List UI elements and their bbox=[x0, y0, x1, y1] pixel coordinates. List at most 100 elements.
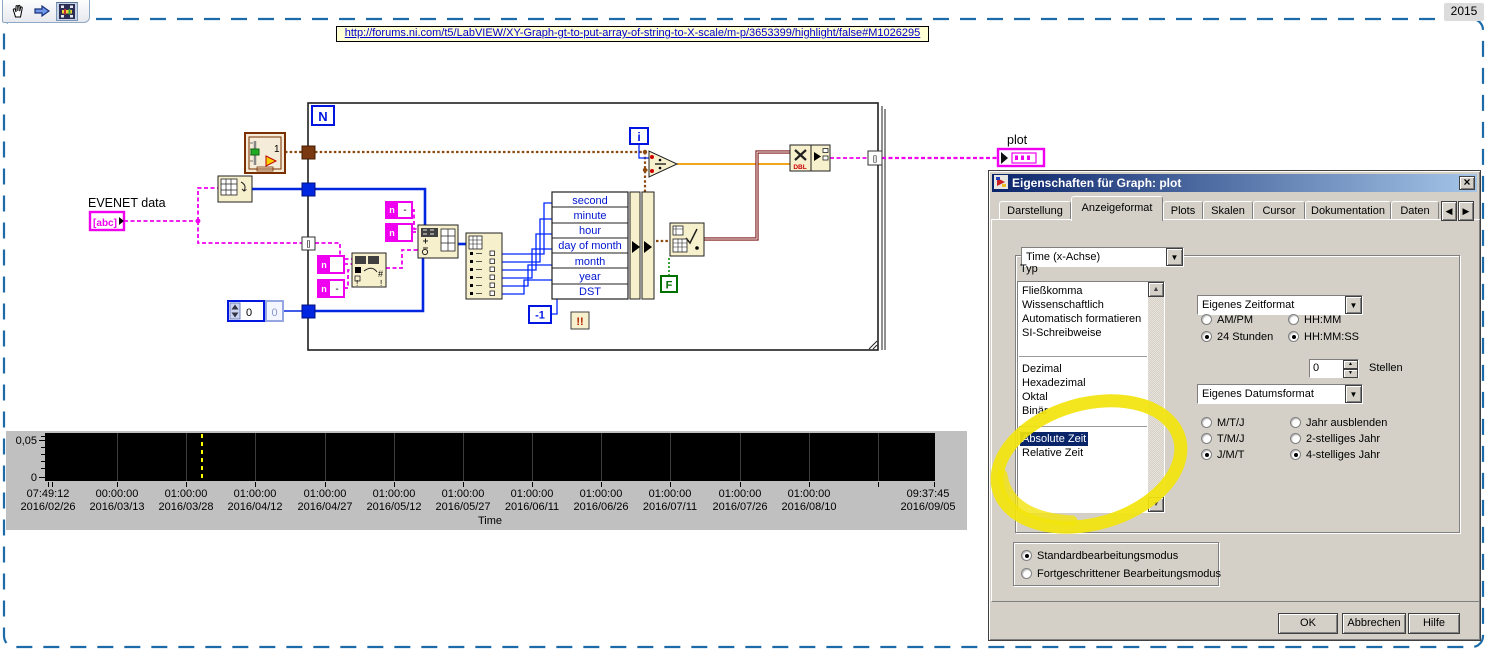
false-constant[interactable]: F bbox=[661, 276, 677, 292]
ok-button[interactable]: OK bbox=[1278, 613, 1338, 634]
svg-text:i: i bbox=[637, 130, 640, 144]
radio-mtj[interactable]: M/T/J bbox=[1201, 416, 1245, 429]
axis-select-combo[interactable]: Time (x-Achse)▼ bbox=[1021, 247, 1184, 267]
radio-4-stelliges-jahr[interactable]: 4-stelliges Jahr bbox=[1290, 448, 1380, 461]
radio-hh-mm-ss[interactable]: HH:MM:SS bbox=[1288, 330, 1359, 343]
tab-scroll-right-icon[interactable]: ▶ bbox=[1458, 201, 1474, 221]
tunnel-brown[interactable] bbox=[302, 146, 315, 159]
y-tick-label: 0,05 bbox=[6, 435, 37, 447]
evenet-data-control[interactable]: EVENET data [abc] bbox=[88, 196, 166, 230]
tab-plots[interactable]: Plots bbox=[1163, 201, 1203, 220]
list-item[interactable]: Dezimal bbox=[1020, 362, 1064, 376]
list-item[interactable]: Oktal bbox=[1020, 390, 1050, 404]
list-item[interactable]: Fließkomma bbox=[1020, 284, 1085, 298]
evenet-data-label: EVENET data bbox=[88, 196, 166, 210]
svg-text:year: year bbox=[579, 271, 601, 283]
node-to-dbl-bundle[interactable]: DBL bbox=[790, 145, 830, 171]
radio-fortgeschrittener-modus[interactable]: Fortgeschrittener Bearbeitungsmodus bbox=[1021, 567, 1221, 580]
radio-24-stunden[interactable]: 24 Stunden bbox=[1201, 330, 1273, 343]
svg-text:second: second bbox=[572, 195, 607, 207]
hilfe-button[interactable]: Hilfe bbox=[1408, 613, 1460, 634]
chevron-down-icon[interactable]: ▼ bbox=[1166, 248, 1183, 266]
scroll-down-icon[interactable]: ▼ bbox=[1148, 497, 1164, 512]
spinner-down-icon[interactable]: ▼ bbox=[1343, 369, 1358, 378]
iteration-terminal[interactable]: i bbox=[630, 128, 648, 144]
dialog-titlebar[interactable]: Eigenschaften für Graph: plot × bbox=[992, 174, 1477, 192]
labview-app-icon bbox=[994, 175, 1008, 192]
n-string-constant-1[interactable]: n bbox=[318, 256, 344, 273]
svg-text:n: n bbox=[389, 228, 395, 238]
tunnel-blue-bottom[interactable] bbox=[302, 305, 315, 318]
list-item[interactable]: SI-Schreibweise bbox=[1020, 326, 1103, 340]
tab-darstellung[interactable]: Darstellung bbox=[999, 201, 1071, 220]
svg-text:1: 1 bbox=[274, 144, 280, 155]
subvi-icon[interactable]: 1 bbox=[245, 133, 285, 173]
forward-arrow-icon[interactable] bbox=[31, 2, 53, 21]
x-axis-label: Time bbox=[478, 515, 502, 527]
date-format-combo[interactable]: Eigenes Datumsformat▼ bbox=[1197, 384, 1363, 404]
waveform-chart[interactable]: 0,05 0 07:49:122016/02/26 00:00:002016/0… bbox=[6, 431, 967, 530]
list-item[interactable]: Hexadezimal bbox=[1020, 376, 1088, 390]
close-icon[interactable]: × bbox=[1459, 176, 1475, 190]
cluster-wire[interactable] bbox=[704, 152, 790, 239]
abbrechen-button[interactable]: Abbrechen bbox=[1342, 613, 1406, 634]
node-spreadsheet-to-array[interactable] bbox=[418, 225, 458, 258]
svg-text:minute: minute bbox=[573, 210, 606, 222]
divide-node[interactable] bbox=[649, 151, 677, 177]
list-item[interactable]: Binär bbox=[1020, 404, 1050, 418]
tunnel-string-autoindex[interactable]: [] bbox=[302, 237, 315, 250]
zero-numeric-constant[interactable]: 0 bbox=[228, 301, 264, 321]
list-item[interactable]: Relative Zeit bbox=[1020, 446, 1085, 460]
tab-scroll-left-icon[interactable]: ◀ bbox=[1441, 201, 1457, 221]
x-tick-label: 01:00:002016/08/10 bbox=[763, 488, 855, 514]
svg-text:[abc]: [abc] bbox=[93, 218, 117, 229]
zero-ghost-constant[interactable]: 0 bbox=[266, 301, 283, 321]
type-listbox[interactable]: Fließkomma Wissenschaftlich Automatisch … bbox=[1017, 281, 1165, 513]
n-string-constant-3[interactable]: n - bbox=[386, 202, 412, 218]
node-array-grid[interactable] bbox=[218, 176, 252, 202]
node-search-replace[interactable]: # !! bbox=[352, 253, 386, 288]
vi-diagram-icon[interactable] bbox=[56, 2, 78, 21]
svg-text:DST: DST bbox=[579, 286, 601, 298]
neg-one-constant[interactable]: -1 bbox=[529, 306, 551, 323]
chevron-down-icon[interactable]: ▼ bbox=[1345, 296, 1362, 314]
bang-node[interactable]: !! bbox=[571, 312, 589, 329]
url-link[interactable]: http://forums.ni.com/t5/LabVIEW/XY-Graph… bbox=[336, 26, 929, 42]
tab-anzeigeformat[interactable]: Anzeigeformat bbox=[1071, 196, 1163, 221]
radio-jahr-ausblenden[interactable]: Jahr ausblenden bbox=[1290, 416, 1387, 429]
tab-cursor[interactable]: Cursor bbox=[1253, 201, 1305, 220]
hand-tool-icon[interactable] bbox=[6, 2, 28, 21]
tab-daten[interactable]: Daten bbox=[1391, 201, 1439, 220]
chevron-down-icon[interactable]: ▼ bbox=[1345, 385, 1362, 403]
svg-text:[]: [] bbox=[873, 156, 877, 163]
node-scan-strings[interactable] bbox=[466, 233, 502, 299]
bundle-by-name[interactable]: second minute hour day of month month ye… bbox=[552, 192, 654, 299]
scroll-up-icon[interactable]: ▲ bbox=[1148, 282, 1164, 297]
tunnel-blue-top[interactable] bbox=[302, 183, 315, 196]
list-item[interactable]: Wissenschaftlich bbox=[1020, 298, 1106, 312]
digits-stepper[interactable]: 0 ▲▼ bbox=[1309, 359, 1359, 378]
radio-tmj[interactable]: T/M/J bbox=[1201, 432, 1245, 445]
radio-am-pm[interactable]: AM/PM bbox=[1201, 313, 1253, 326]
radio-hh-mm[interactable]: HH:MM bbox=[1288, 313, 1341, 326]
radio-jmt[interactable]: J/M/T bbox=[1201, 448, 1245, 461]
chart-plot-area[interactable] bbox=[45, 433, 935, 481]
node-datetime-to-timestamp[interactable] bbox=[670, 223, 704, 256]
radio-2-stelliges-jahr[interactable]: 2-stelliges Jahr bbox=[1290, 432, 1380, 445]
tunnel-output-autoindex[interactable]: [] bbox=[868, 151, 882, 165]
radio-standardbearbeitungsmodus[interactable]: Standardbearbeitungsmodus bbox=[1021, 549, 1178, 562]
svg-text:DBL: DBL bbox=[793, 164, 806, 171]
time-format-combo[interactable]: Eigenes Zeitformat▼ bbox=[1197, 295, 1363, 315]
chart-cursor-line[interactable] bbox=[201, 434, 203, 480]
year-note: 2015 bbox=[1444, 3, 1484, 21]
list-item-selected[interactable]: Absolute Zeit bbox=[1020, 432, 1088, 446]
spinner-up-icon[interactable]: ▲ bbox=[1343, 360, 1358, 369]
n-string-constant-4[interactable]: n bbox=[386, 224, 412, 241]
n-string-constant-2[interactable]: n - bbox=[318, 280, 344, 297]
tab-dokumentation[interactable]: Dokumentation bbox=[1305, 201, 1391, 220]
tab-skalen[interactable]: Skalen bbox=[1203, 201, 1253, 220]
listbox-scrollbar[interactable]: ▲ ▼ bbox=[1148, 282, 1164, 512]
xy-graph-terminal[interactable]: plot bbox=[998, 133, 1044, 166]
list-item[interactable]: Automatisch formatieren bbox=[1020, 312, 1143, 326]
dialog-title: Eigenschaften für Graph: plot bbox=[1012, 176, 1459, 190]
